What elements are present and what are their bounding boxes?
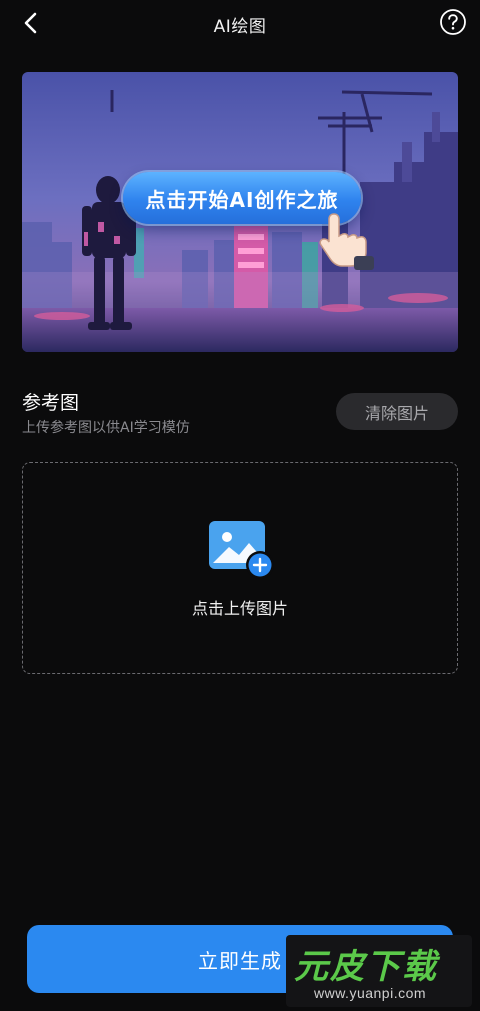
clear-image-button[interactable]: 清除图片 (336, 393, 458, 430)
pointing-hand-icon (319, 213, 374, 270)
page-title: AI绘图 (213, 17, 267, 37)
watermark-logo: 元皮下载 (294, 947, 438, 987)
watermark-url: www.yuanpi.com (314, 985, 427, 1001)
reference-subtitle: 上传参考图以供AI学习模仿 (22, 420, 190, 436)
upload-image-area[interactable]: 点击上传图片 (22, 462, 458, 674)
question-circle-icon (440, 9, 466, 35)
reference-title: 参考图 (22, 392, 80, 414)
help-button[interactable] (439, 8, 467, 36)
top-bar: AI绘图 (0, 0, 480, 46)
watermark: 元皮下载 www.yuanpi.com (286, 935, 472, 1007)
hero-banner[interactable]: 点击开始AI创作之旅 (22, 72, 458, 352)
upload-label: 点击上传图片 (191, 599, 288, 618)
add-image-icon (209, 521, 274, 579)
